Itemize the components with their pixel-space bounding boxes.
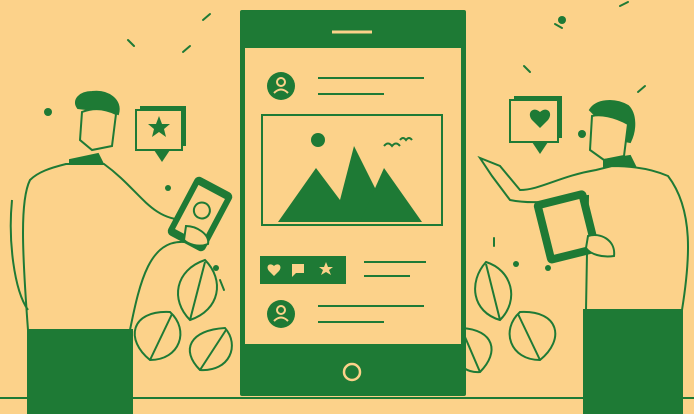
social-media-illustration	[0, 0, 694, 414]
phone-mockup	[240, 10, 466, 396]
illustration-stage	[0, 0, 694, 414]
